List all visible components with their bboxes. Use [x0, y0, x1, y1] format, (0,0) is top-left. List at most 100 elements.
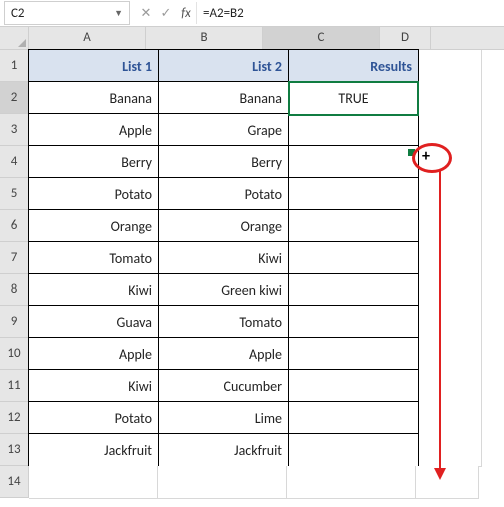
row-header[interactable]: 7 — [0, 242, 29, 274]
row-header[interactable]: 6 — [0, 210, 29, 242]
cell[interactable]: Potato — [28, 177, 159, 212]
fill-cursor-icon: + — [422, 147, 430, 166]
table-row: 12 Potato Lime — [0, 402, 504, 434]
cell[interactable] — [287, 466, 416, 499]
cell[interactable]: Berry — [158, 145, 289, 180]
cell[interactable]: Banana — [28, 81, 159, 116]
grid: A B C D 1 List 1 List 2 Results 2 Banana… — [0, 27, 504, 498]
cell[interactable] — [419, 178, 482, 211]
formula-text: =A2=B2 — [203, 6, 244, 21]
select-all-corner[interactable] — [0, 27, 29, 49]
active-cell[interactable]: TRUE — [288, 81, 419, 116]
table-row: 14 — [0, 466, 504, 498]
cell[interactable]: Tomato — [158, 305, 289, 340]
row-header[interactable]: 11 — [0, 370, 29, 402]
cell[interactable]: Lime — [158, 401, 289, 436]
cell[interactable] — [419, 50, 482, 83]
cell[interactable]: Grape — [158, 113, 289, 148]
cell[interactable] — [288, 337, 419, 372]
cell[interactable] — [288, 241, 419, 276]
cell[interactable]: Green kiwi — [158, 273, 289, 308]
cell[interactable] — [419, 402, 482, 435]
row-header[interactable]: 12 — [0, 402, 29, 434]
cell[interactable] — [288, 369, 419, 404]
cell[interactable] — [419, 242, 482, 275]
col-header-c[interactable]: C — [263, 27, 380, 49]
cell[interactable]: Jackfruit — [28, 433, 159, 468]
enter-icon[interactable]: ✓ — [156, 2, 176, 24]
header-cell-b[interactable]: List 2 — [158, 49, 289, 84]
cell[interactable] — [419, 338, 482, 371]
cell[interactable]: Orange — [158, 209, 289, 244]
fx-icon[interactable]: fx — [176, 6, 196, 21]
table-row: 11 Kiwi Cucumber — [0, 370, 504, 402]
cell[interactable] — [288, 177, 419, 212]
cell[interactable]: Tomato — [28, 241, 159, 276]
row-header[interactable]: 9 — [0, 306, 29, 338]
cell[interactable] — [419, 82, 482, 115]
row-header[interactable]: 2 — [0, 82, 29, 114]
cell[interactable] — [419, 434, 482, 467]
cell[interactable] — [419, 370, 482, 403]
cell[interactable] — [288, 401, 419, 436]
col-header-b[interactable]: B — [146, 27, 263, 49]
table-row: 7 Tomato Kiwi — [0, 242, 504, 274]
header-cell-a[interactable]: List 1 — [28, 49, 159, 84]
cell[interactable] — [419, 274, 482, 307]
row-header[interactable]: 5 — [0, 178, 29, 210]
cell[interactable] — [416, 466, 479, 499]
formula-input[interactable]: =A2=B2 — [196, 2, 500, 24]
cell[interactable] — [419, 114, 482, 147]
cell[interactable]: Apple — [158, 337, 289, 372]
cell[interactable]: Kiwi — [28, 273, 159, 308]
name-box[interactable]: C2 ▼ — [4, 1, 130, 25]
col-header-a[interactable]: A — [29, 27, 146, 49]
formula-bar-row: C2 ▼ ✕ ✓ fx =A2=B2 — [0, 0, 504, 27]
table-row: 9 Guava Tomato — [0, 306, 504, 338]
cell[interactable]: Jackfruit — [158, 433, 289, 468]
cell[interactable]: Apple — [28, 337, 159, 372]
cell[interactable] — [29, 466, 158, 499]
table-row: 13 Jackfruit Jackfruit — [0, 434, 504, 466]
table-row: 8 Kiwi Green kiwi — [0, 274, 504, 306]
chevron-down-icon[interactable]: ▼ — [114, 8, 123, 19]
cell[interactable] — [419, 210, 482, 243]
row-header[interactable]: 13 — [0, 434, 29, 466]
cell[interactable]: Berry — [28, 145, 159, 180]
table-row: 1 List 1 List 2 Results — [0, 50, 504, 82]
row-header[interactable]: 10 — [0, 338, 29, 370]
cell[interactable] — [158, 466, 287, 499]
row-header[interactable]: 8 — [0, 274, 29, 306]
cell[interactable] — [288, 305, 419, 340]
table-row: 10 Apple Apple — [0, 338, 504, 370]
cell[interactable] — [288, 273, 419, 308]
cell[interactable]: Apple — [28, 113, 159, 148]
fill-handle[interactable] — [408, 149, 415, 156]
cell[interactable] — [288, 113, 419, 148]
cell[interactable]: Potato — [158, 177, 289, 212]
row-header[interactable]: 1 — [0, 50, 29, 82]
cell[interactable] — [288, 145, 419, 180]
header-cell-c[interactable]: Results — [288, 49, 419, 84]
cancel-icon[interactable]: ✕ — [136, 2, 156, 24]
cell[interactable] — [419, 306, 482, 339]
row-header[interactable]: 4 — [0, 146, 29, 178]
table-row: 2 Banana Banana TRUE — [0, 82, 504, 114]
table-row: 3 Apple Grape — [0, 114, 504, 146]
row-header[interactable]: 14 — [0, 466, 29, 498]
cell[interactable] — [288, 209, 419, 244]
table-row: 6 Orange Orange — [0, 210, 504, 242]
column-headers: A B C D — [0, 27, 504, 50]
name-box-value: C2 — [11, 6, 25, 21]
cell[interactable]: Kiwi — [158, 241, 289, 276]
cell[interactable]: Guava — [28, 305, 159, 340]
cell[interactable]: Kiwi — [28, 369, 159, 404]
rows: 1 List 1 List 2 Results 2 Banana Banana … — [0, 50, 504, 498]
row-header[interactable]: 3 — [0, 114, 29, 146]
cell[interactable]: Banana — [158, 81, 289, 116]
cell[interactable]: Cucumber — [158, 369, 289, 404]
cell[interactable]: Orange — [28, 209, 159, 244]
cell[interactable]: Potato — [28, 401, 159, 436]
col-header-d[interactable]: D — [380, 27, 431, 49]
cell[interactable] — [288, 433, 419, 468]
